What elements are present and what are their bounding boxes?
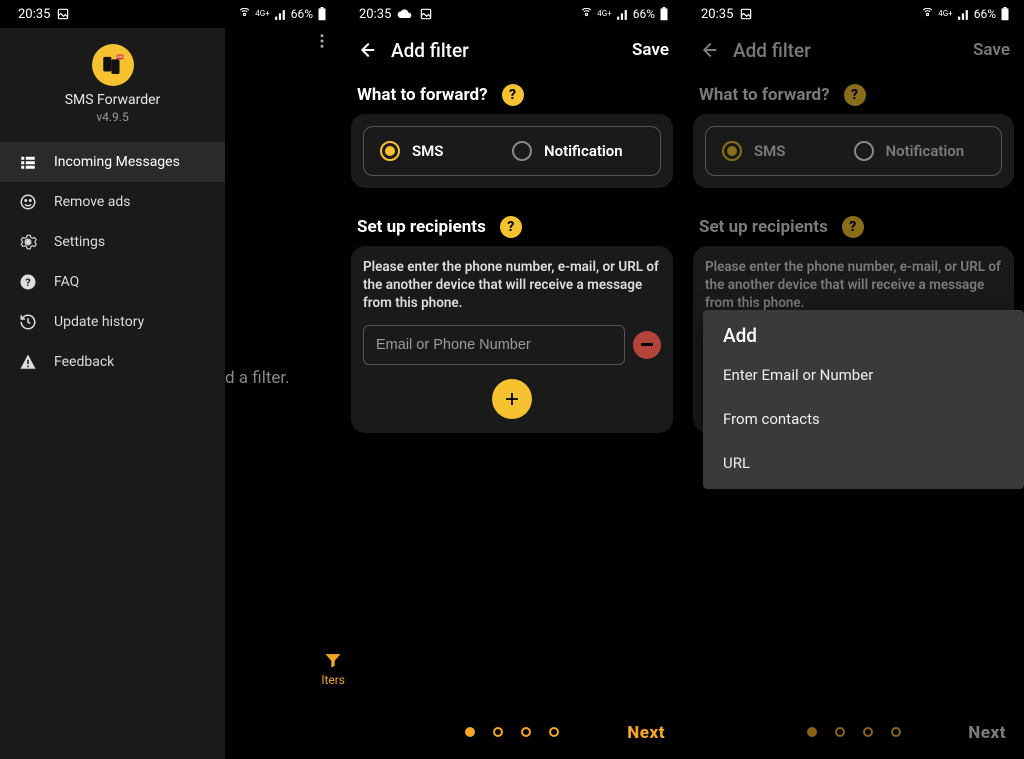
pager-dot <box>891 727 901 737</box>
radio-notification[interactable]: Notification <box>854 141 986 161</box>
back-button[interactable] <box>697 39 725 61</box>
cloud-icon <box>397 8 413 20</box>
forward-card: SMS Notification <box>351 114 673 188</box>
status-time: 20:35 <box>359 7 391 22</box>
minus-icon <box>641 343 653 346</box>
menu-update-history[interactable]: Update history <box>0 302 225 342</box>
next-button[interactable]: Next <box>627 723 665 743</box>
pager-dot <box>521 727 531 737</box>
remove-recipient-button[interactable] <box>633 331 661 359</box>
overflow-menu-icon[interactable] <box>313 32 331 54</box>
recipients-card: Please enter the phone number, e-mail, o… <box>351 246 673 433</box>
radio-sms[interactable]: SMS <box>380 141 512 161</box>
battery-icon <box>317 7 327 21</box>
drawer-backdrop[interactable]: d a filter. lters <box>225 28 341 759</box>
warning-icon <box>18 353 38 371</box>
signal-icon <box>957 8 970 21</box>
section-recipients-title: Set up recipients <box>699 217 828 237</box>
next-button[interactable]: Next <box>968 723 1006 743</box>
add-recipient-button[interactable] <box>492 379 532 419</box>
app-version: v4.9.5 <box>0 110 225 124</box>
battery-icon <box>1000 7 1010 21</box>
menu-label: Settings <box>54 234 105 250</box>
menu-settings[interactable]: Settings <box>0 222 225 262</box>
pager-dot <box>465 727 475 737</box>
radio-notification[interactable]: Notification <box>512 141 644 161</box>
dialog-item-email-number[interactable]: Enter Email or Number <box>703 353 1024 397</box>
screenshot-icon <box>419 7 433 21</box>
menu-incoming-messages[interactable]: Incoming Messages <box>0 142 225 182</box>
radio-selected-icon <box>380 141 400 161</box>
recipients-helper: Please enter the phone number, e-mail, o… <box>363 258 661 313</box>
status-bar: 20:35 4G+ 66% <box>341 0 683 28</box>
screenshot-icon <box>56 7 70 21</box>
section-recipients-title: Set up recipients <box>357 217 486 237</box>
menu-feedback[interactable]: Feedback <box>0 342 225 382</box>
network-icon: 4G+ <box>255 10 269 18</box>
svg-text:SMS: SMS <box>116 55 123 59</box>
network-icon: 4G+ <box>597 10 611 18</box>
dialog-item-contacts[interactable]: From contacts <box>703 397 1024 441</box>
pager-dot <box>835 727 845 737</box>
menu-label: Feedback <box>54 354 114 370</box>
signal-icon <box>274 8 287 21</box>
help-icon[interactable]: ? <box>844 84 866 106</box>
recipients-helper: Please enter the phone number, e-mail, o… <box>705 258 1002 313</box>
status-time: 20:35 <box>18 7 50 22</box>
hotspot-icon <box>238 8 251 21</box>
status-battery: 66% <box>974 7 996 21</box>
help-icon: ? <box>18 273 38 291</box>
pager-dot <box>863 727 873 737</box>
forward-card: SMS Notification <box>693 114 1014 188</box>
status-battery: 66% <box>633 7 655 21</box>
radio-sms[interactable]: SMS <box>722 141 854 161</box>
status-time: 20:35 <box>701 7 733 22</box>
back-button[interactable] <box>355 39 383 61</box>
help-icon[interactable]: ? <box>502 84 524 106</box>
smile-icon <box>18 193 38 211</box>
menu-label: Remove ads <box>54 194 131 210</box>
status-bar: 20:35 4G+ 66% <box>683 0 1024 28</box>
svg-text:?: ? <box>25 276 30 289</box>
hotspot-icon <box>580 8 593 21</box>
menu-faq[interactable]: ? FAQ <box>0 262 225 302</box>
filters-fab-partial[interactable]: lters <box>322 650 345 687</box>
signal-icon <box>616 8 629 21</box>
network-icon: 4G+ <box>938 10 952 18</box>
status-bar: 20:35 4G+ 66% <box>0 0 341 28</box>
page-title: Add filter <box>383 39 632 62</box>
app-name: SMS Forwarder <box>0 92 225 108</box>
add-dialog: Add Enter Email or Number From contacts … <box>703 310 1024 489</box>
screenshot-icon <box>739 7 753 21</box>
pager-dot <box>549 727 559 737</box>
status-battery: 66% <box>291 7 313 21</box>
pager-dot <box>493 727 503 737</box>
save-button[interactable]: Save <box>973 40 1010 60</box>
dialog-item-url[interactable]: URL <box>703 441 1024 485</box>
save-button[interactable]: Save <box>632 40 669 60</box>
gear-icon <box>18 233 38 251</box>
page-title: Add filter <box>725 39 973 62</box>
list-icon <box>18 153 38 171</box>
radio-selected-icon <box>722 141 742 161</box>
section-forward-title: What to forward? <box>699 85 830 105</box>
pager-dot <box>807 727 817 737</box>
help-icon[interactable]: ? <box>842 216 864 238</box>
radio-unselected-icon <box>854 141 874 161</box>
battery-icon <box>659 7 669 21</box>
menu-label: Update history <box>54 314 144 330</box>
dialog-title: Add <box>703 324 1024 353</box>
history-icon <box>18 313 38 331</box>
app-logo: SMS <box>92 44 134 86</box>
hotspot-icon <box>921 8 934 21</box>
help-icon[interactable]: ? <box>500 216 522 238</box>
radio-unselected-icon <box>512 141 532 161</box>
menu-remove-ads[interactable]: Remove ads <box>0 182 225 222</box>
section-forward-title: What to forward? <box>357 85 488 105</box>
recipient-input[interactable] <box>363 325 625 365</box>
menu-label: Incoming Messages <box>54 154 180 170</box>
menu-label: FAQ <box>54 274 79 290</box>
empty-hint: d a filter. <box>225 368 290 388</box>
nav-drawer: SMS SMS Forwarder v4.9.5 Incoming Messag… <box>0 28 225 759</box>
